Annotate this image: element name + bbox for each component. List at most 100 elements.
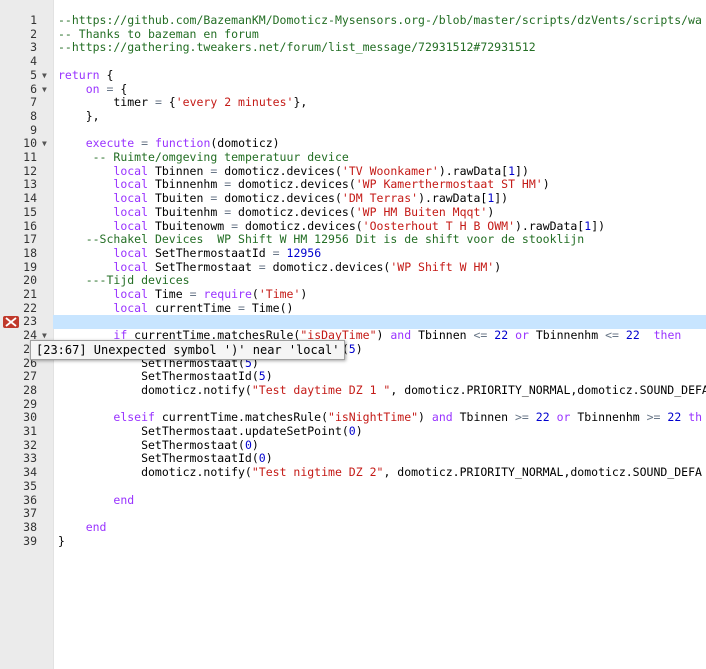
code-line[interactable]: local Time = require('Time') [58, 287, 307, 302]
code-line[interactable]: local Tbuitenhm = domoticz.devices('WP H… [58, 205, 494, 220]
code-token: require [203, 287, 252, 301]
gutter-row[interactable]: 4 [0, 54, 53, 69]
gutter-row[interactable]: 3 [0, 41, 53, 55]
code-line[interactable]: } [58, 534, 65, 549]
gutter-row[interactable]: 17 [0, 232, 53, 247]
gutter-row[interactable]: 9 [0, 123, 53, 138]
code-line[interactable]: timer = {'every 2 minutes'}, [58, 95, 307, 110]
gutter-row[interactable]: 19 [0, 260, 53, 275]
gutter-row[interactable]: 29 [0, 396, 53, 412]
code-token: { [99, 67, 114, 82]
code-line[interactable]: on = { [58, 82, 128, 97]
gutter-row[interactable]: 13 [0, 178, 53, 192]
gutter-row[interactable]: 15 [0, 205, 53, 220]
line-number-gutter[interactable]: 1 2 3 4 5 ▼ 6 ▼ 7 8 9 10 ▼ 11 12 13 14 15 16 17 18 19 20 21 22 23… [0, 0, 54, 669]
gutter-row[interactable]: 31 [0, 424, 53, 439]
code-token: ---Tijd devices [85, 273, 190, 288]
code-line[interactable]: --https://github.com/BazemanKM/Domoticz-… [58, 13, 702, 28]
code-token: -- Thanks to bazeman en forum [58, 26, 259, 41]
code-token: domoticz.devices( [238, 218, 363, 233]
code-line[interactable]: local Tbuiten = domoticz.devices('DM Ter… [58, 191, 509, 206]
code-line[interactable]: ---Tijd devices [58, 273, 190, 288]
gutter-row[interactable]: 28 [0, 383, 53, 398]
code-token: local [113, 245, 149, 260]
code-line[interactable]: local Tbinnenhm = domoticz.devices('WP K… [58, 178, 549, 192]
gutter-row[interactable]: 18 [0, 246, 53, 261]
code-line[interactable]: end [58, 520, 107, 535]
gutter-row[interactable]: 27 [0, 369, 53, 384]
code-line[interactable]: --https://gathering.tweakers.net/forum/l… [58, 41, 536, 55]
code-line[interactable]: SetThermostaatId(5) [58, 369, 273, 384]
code-token: local [113, 163, 149, 178]
gutter-row[interactable]: 14 [0, 191, 53, 206]
code-token: <= [605, 328, 619, 343]
code-token: 22 [535, 410, 550, 425]
fold-toggle-icon[interactable]: ▼ [42, 83, 47, 97]
code-line[interactable]: SetThermostaat(0) [58, 437, 259, 453]
code-line[interactable]: --Schakel Devices WP Shift W HM 12956 Di… [58, 232, 585, 247]
gutter-row[interactable]: 36 [0, 493, 53, 508]
code-line[interactable]: -- Thanks to bazeman en forum [58, 26, 259, 42]
code-line[interactable]: return { [58, 67, 114, 83]
code-token: 22 [494, 328, 509, 343]
code-token: Tbuiten [148, 191, 211, 206]
code-token: timer [58, 95, 155, 110]
gutter-row[interactable]: 7 [0, 95, 53, 110]
code-line[interactable]: elseif currentTime.matchesRule("isNightT… [58, 410, 702, 425]
code-line[interactable]: -- Ruimte/omgeving temperatuur device [58, 150, 349, 165]
fold-toggle-icon[interactable]: ▼ [42, 69, 47, 83]
gutter-row[interactable]: 6 ▼ [0, 82, 53, 97]
gutter-row[interactable]: 20 [0, 274, 53, 288]
gutter-row[interactable]: 12 [0, 164, 53, 179]
error-marker-icon[interactable] [3, 316, 19, 329]
code-token: --https://gathering.tweakers.net/forum/l… [58, 40, 536, 55]
fold-toggle-icon[interactable]: ▼ [42, 137, 47, 151]
gutter-row[interactable]: 5 ▼ [0, 68, 53, 83]
code-token: Time [148, 287, 190, 301]
code-token: --https://github.com/BazemanKM/Domoticz-… [58, 13, 702, 27]
line-number: 29 [23, 396, 37, 411]
line-number: 10 [23, 136, 37, 151]
code-line[interactable]: SetThermostaat.updateSetPoint(0) [58, 424, 363, 439]
gutter-row[interactable]: 33 [0, 452, 53, 466]
code-line[interactable]: domoticz.notify("Test nigtime DZ 2", dom… [58, 465, 702, 480]
gutter-row[interactable]: 23 [0, 315, 53, 329]
gutter-row[interactable]: 8 [0, 109, 53, 124]
code-token: "Test daytime DZ 1 " [251, 382, 391, 397]
gutter-row[interactable]: 32 [0, 438, 53, 453]
code-line[interactable]: local Tbinnen = domoticz.devices('TV Woo… [58, 163, 528, 179]
gutter-row[interactable]: 21 [0, 287, 53, 302]
code-token: currentTime.matchesRule( [154, 410, 329, 425]
code-token: = [258, 259, 266, 274]
code-line[interactable]: local SetThermostaat = domoticz.devices(… [58, 259, 501, 275]
code-editor[interactable]: 1 2 3 4 5 ▼ 6 ▼ 7 8 9 10 ▼ 11 12 13 14 15 16 17 18 19 20 21 22 23… [0, 0, 706, 669]
gutter-row[interactable]: 10 ▼ [0, 137, 53, 151]
code-line[interactable]: local currentTime = Time() [58, 301, 293, 316]
code-content[interactable]: --https://github.com/BazemanKM/Domoticz-… [58, 0, 706, 669]
code-token: ]) [494, 191, 509, 206]
gutter-row[interactable]: 35 [0, 479, 53, 494]
code-token: SetThermostaat( [58, 437, 245, 452]
gutter-row[interactable]: 1 [0, 13, 53, 28]
gutter-row[interactable]: 2 [0, 27, 53, 42]
gutter-row[interactable]: 39 [0, 534, 53, 549]
code-line[interactable]: local SetThermostaatId = 12956 [58, 245, 321, 261]
gutter-row[interactable]: 11 [0, 150, 53, 165]
code-token: domoticz.notify( [58, 382, 252, 397]
code-line[interactable]: local Tbuitenowm = domoticz.devices('Oos… [58, 218, 605, 234]
gutter-row[interactable]: 37 [0, 506, 53, 521]
code-line[interactable]: SetThermostaatId(0) [58, 452, 273, 466]
gutter-row[interactable]: 16 [0, 219, 53, 234]
gutter-row[interactable]: 38 [0, 520, 53, 535]
code-line[interactable]: }, [58, 109, 100, 124]
gutter-row[interactable]: 34 [0, 465, 53, 480]
code-line[interactable]: end [58, 493, 134, 508]
code-line[interactable]: execute = function(domoticz) [58, 136, 280, 151]
gutter-row[interactable]: 22 [0, 301, 53, 316]
code-line[interactable]: domoticz.notify("Test daytime DZ 1 ", do… [58, 382, 706, 398]
gutter-row[interactable]: 30 [0, 411, 53, 425]
